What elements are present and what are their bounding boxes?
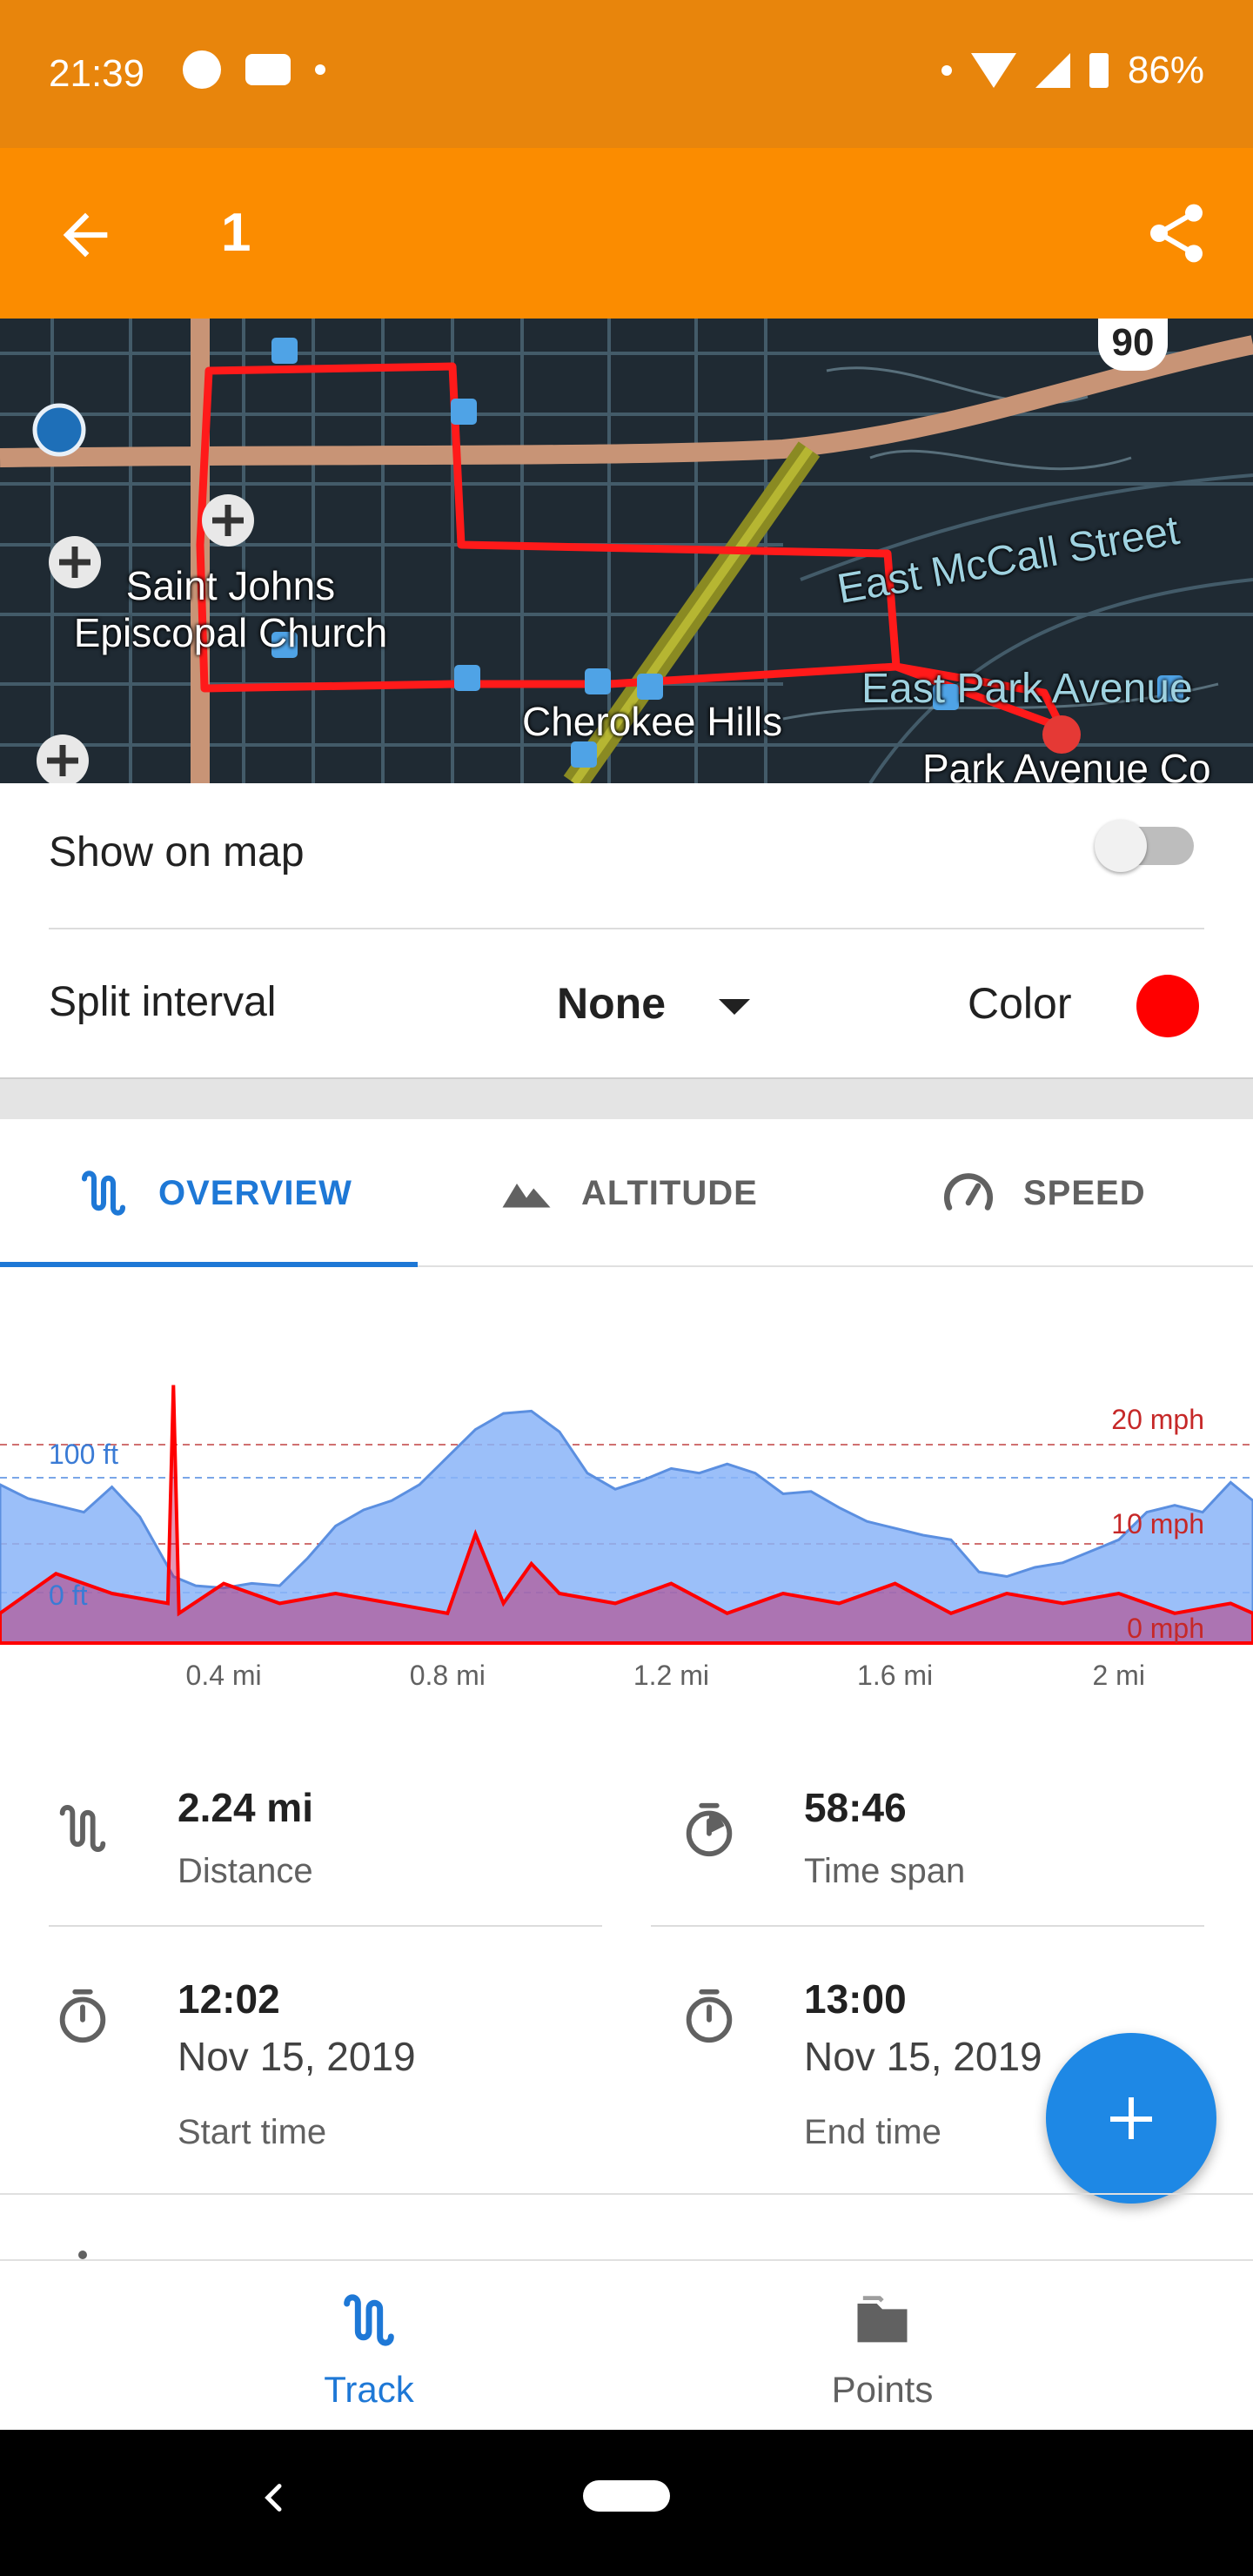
- color-swatch[interactable]: [1136, 975, 1199, 1037]
- share-icon[interactable]: [1142, 198, 1211, 268]
- nav-track-label: Track: [324, 2369, 414, 2410]
- speed-tick-label: 10 mph: [1111, 1508, 1204, 1540]
- split-interval-label: Split interval: [49, 979, 277, 1025]
- chart-tabs: OVERVIEW ALTITUDE SPEED: [0, 1119, 1253, 1267]
- end-time-label: End time: [804, 2113, 941, 2151]
- battery-percent: 86%: [1127, 49, 1204, 91]
- distance-tick-label: 2 mi: [1092, 1660, 1144, 1691]
- music-icon: [183, 50, 221, 89]
- distance-tick-label: 0.8 mi: [410, 1660, 486, 1691]
- nav-item-track[interactable]: Track: [238, 2287, 499, 2411]
- system-navigation-bar: [0, 2430, 1253, 2576]
- map-label-cherokee-hills: Cherokee Hills: [522, 699, 783, 744]
- end-date-value: Nov 15, 2019: [804, 2034, 1042, 2079]
- stopwatch-icon: [59, 1989, 106, 2043]
- altitude-tick-label: 0 ft: [49, 1580, 88, 1611]
- stopwatch-icon: [686, 1802, 733, 1857]
- route-icon: [81, 1171, 126, 1216]
- system-home-pill[interactable]: [583, 2480, 670, 2512]
- system-back-icon[interactable]: [258, 2480, 292, 2515]
- tab-overview[interactable]: OVERVIEW: [75, 1119, 352, 1267]
- show-on-map-row[interactable]: Show on map: [0, 783, 1253, 929]
- map-label-park-avenue-co: Park Avenue Co: [922, 746, 1211, 783]
- arrow-back-icon[interactable]: [52, 202, 118, 268]
- app-bar: 1: [0, 148, 1253, 319]
- status-bar: 21:39 86%: [0, 0, 1253, 148]
- actions-row-partial: [0, 2193, 1253, 2259]
- end-time-value: 13:00: [804, 1976, 907, 2022]
- notification-icons: [183, 50, 325, 89]
- stat-time-span: 58:46 Time span: [626, 1767, 1253, 1923]
- map-label-church: Saint Johns Episcopal Church: [73, 563, 388, 655]
- cellular-icon: [1035, 53, 1070, 88]
- show-on-map-toggle[interactable]: [1095, 820, 1194, 872]
- more-notifications-icon: [315, 64, 325, 75]
- split-interval-dropdown[interactable]: None: [557, 978, 666, 1029]
- start-date-value: Nov 15, 2019: [178, 2034, 416, 2079]
- time-span-value: 58:46: [804, 1785, 907, 1830]
- route-shield: 90: [1098, 319, 1168, 371]
- tab-altitude[interactable]: ALTITUDE: [498, 1119, 758, 1267]
- tab-speed-label: SPEED: [1023, 1173, 1146, 1212]
- tab-speed[interactable]: SPEED: [940, 1119, 1146, 1267]
- dropdown-arrow-icon[interactable]: [719, 999, 750, 1015]
- folder-icon: [857, 2296, 908, 2343]
- more-icon[interactable]: [78, 2251, 87, 2259]
- status-time: 21:39: [49, 52, 145, 95]
- overview-chart: 100 ft 0 ft 20 mph 10 mph 0 mph 0.4 mi 0.8 mi 1…: [0, 1385, 1253, 1691]
- distance-tick-label: 0.4 mi: [186, 1660, 262, 1691]
- route-icon: [59, 1805, 106, 1852]
- nav-item-points[interactable]: Points: [752, 2287, 1013, 2411]
- altitude-tick-label: 100 ft: [49, 1439, 118, 1470]
- distance-tick-label: 1.6 mi: [857, 1660, 933, 1691]
- tab-overview-label: OVERVIEW: [158, 1173, 352, 1212]
- youtube-icon: [245, 54, 291, 85]
- divider: [651, 1925, 1204, 1927]
- bottom-navigation: Track Points: [0, 2259, 1253, 2430]
- battery-icon: [1089, 53, 1109, 88]
- distance-value: 2.24 mi: [178, 1785, 313, 1830]
- speed-tick-label: 20 mph: [1111, 1404, 1204, 1435]
- stopwatch-icon: [686, 1989, 733, 2043]
- mountains-icon: [502, 1184, 551, 1208]
- stat-distance: 2.24 mi Distance: [0, 1767, 626, 1923]
- toggle-knob: [1095, 820, 1147, 872]
- stat-start-time: 12:02 Nov 15, 2019 Start time: [0, 1960, 626, 2186]
- tab-altitude-label: ALTITUDE: [581, 1173, 758, 1212]
- speed-tick-label: 0 mph: [1127, 1613, 1204, 1644]
- time-span-label: Time span: [804, 1852, 966, 1890]
- page-title: 1: [221, 203, 251, 263]
- map-label-park-avenue: East Park Avenue: [861, 666, 1193, 712]
- speedometer-icon: [943, 1173, 994, 1211]
- show-on-map-label: Show on map: [49, 829, 305, 875]
- system-status-icons: 86%: [941, 49, 1204, 92]
- start-time-value: 12:02: [178, 1976, 280, 2022]
- dot-icon: [941, 65, 952, 76]
- section-separator: [0, 1077, 1253, 1119]
- wifi-icon: [970, 53, 1016, 88]
- distance-tick-label: 1.2 mi: [633, 1660, 709, 1691]
- start-time-label: Start time: [178, 2113, 327, 2151]
- color-label: Color: [968, 979, 1072, 1028]
- track-map[interactable]: 90 Saint Johns Episcopal Church Cherokee…: [0, 319, 1253, 783]
- divider: [49, 1925, 602, 1927]
- route-icon: [344, 2294, 394, 2346]
- distance-label: Distance: [178, 1852, 313, 1890]
- split-interval-row: Split interval None Color: [0, 929, 1253, 1077]
- add-fab-button[interactable]: [1046, 2033, 1216, 2204]
- nav-points-label: Points: [831, 2369, 934, 2410]
